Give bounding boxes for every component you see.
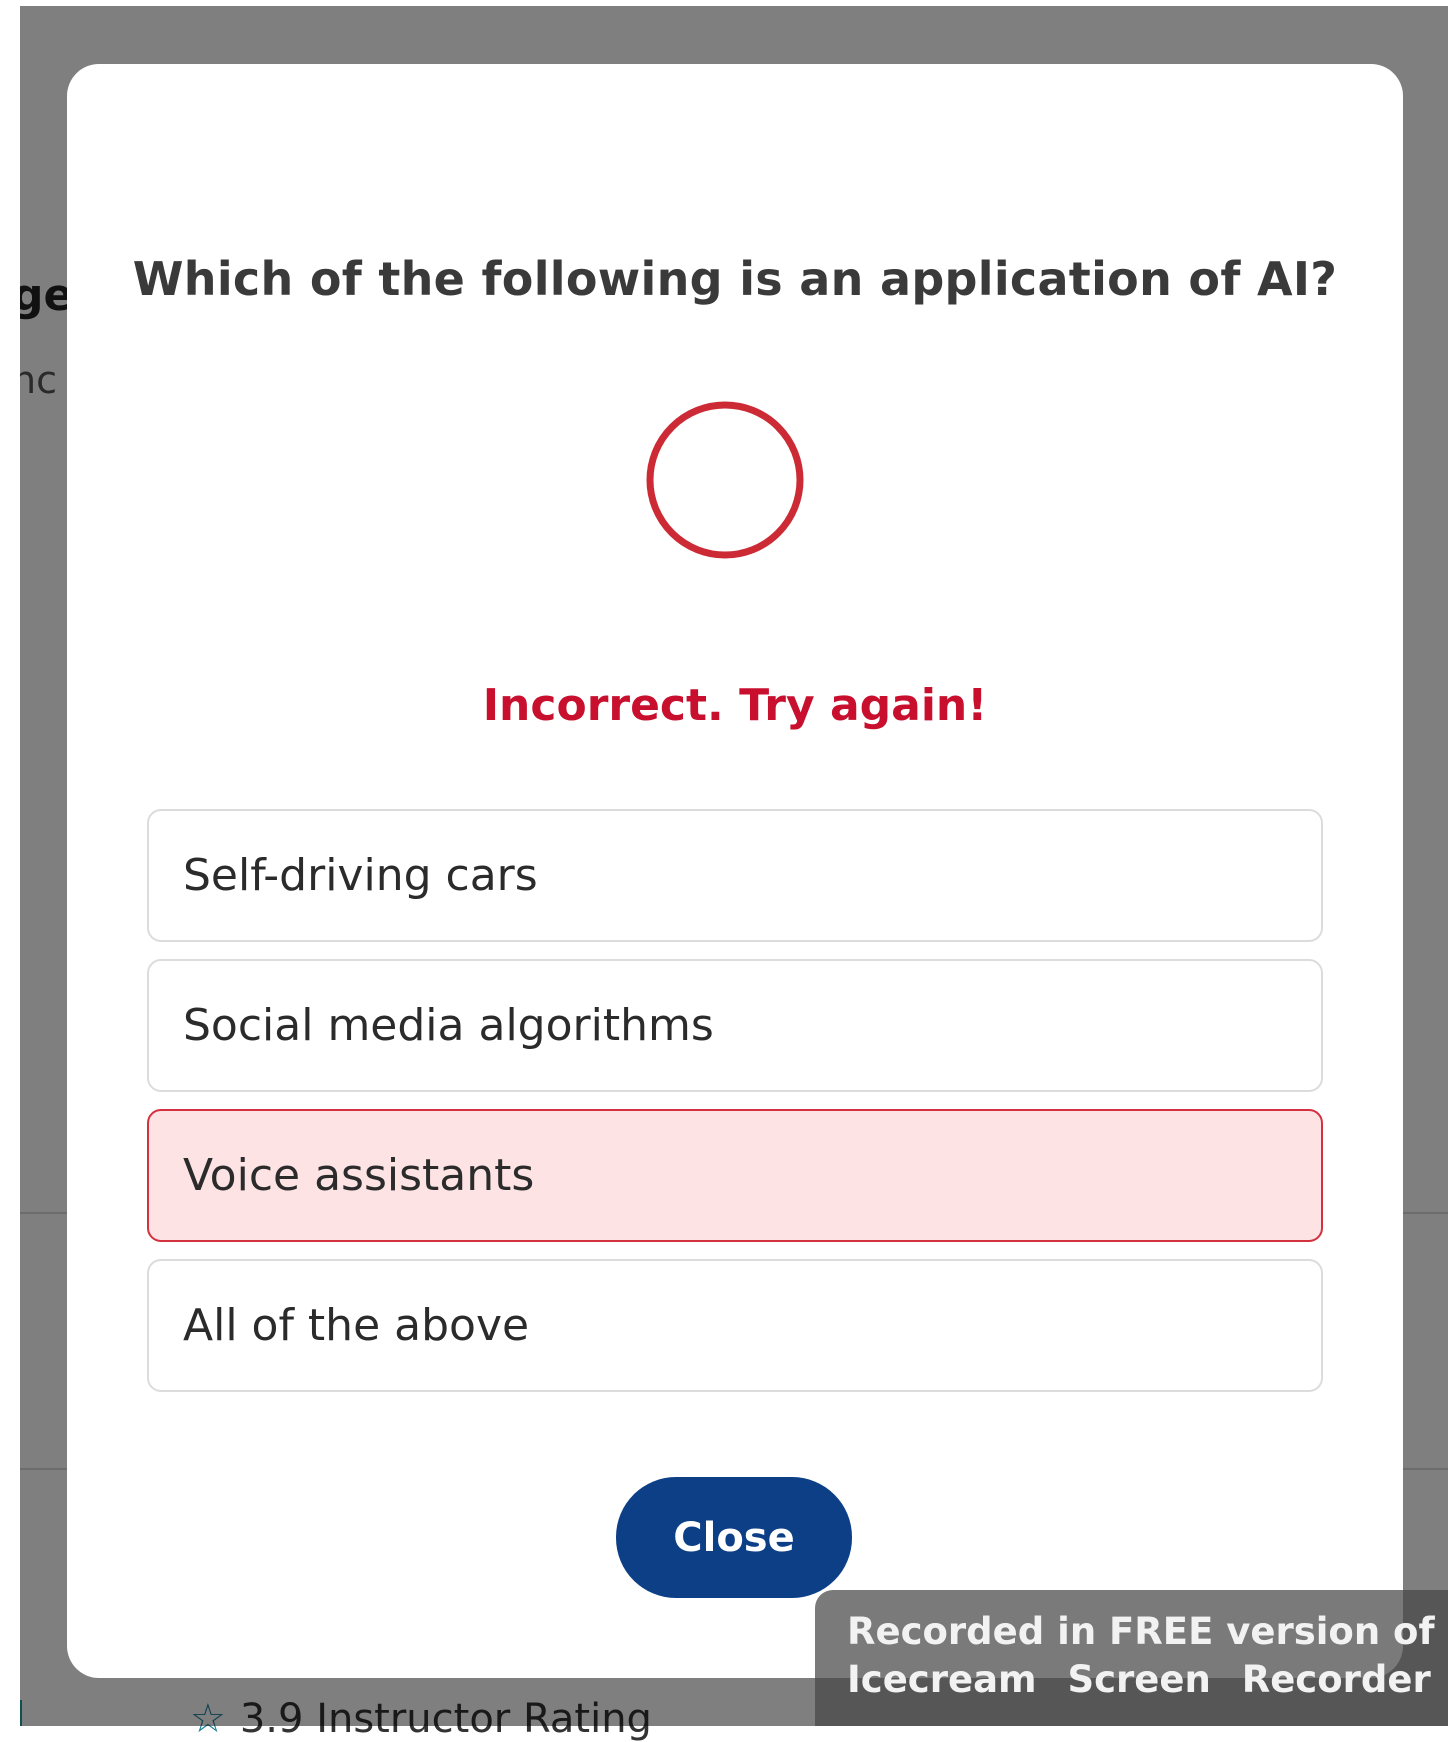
answer-option-label: Social media algorithms xyxy=(183,1000,714,1051)
answer-option-label: Voice assistants xyxy=(183,1150,535,1201)
answer-option-label: Self-driving cars xyxy=(183,850,538,901)
question-text: Which of the following is an application… xyxy=(132,252,1338,306)
watermark-line: Icecream Screen Recorder xyxy=(847,1658,1431,1701)
screen-frame-top xyxy=(0,0,1448,6)
answer-option-label: All of the above xyxy=(183,1300,530,1351)
answer-option[interactable]: All of the above xyxy=(147,1259,1323,1392)
watermark-line: Recorded in FREE version of xyxy=(847,1610,1435,1653)
screen-frame-left xyxy=(0,0,20,1726)
answer-options: Self-driving cars Social media algorithm… xyxy=(147,809,1323,1409)
answer-option-incorrect[interactable]: Voice assistants xyxy=(147,1109,1323,1242)
answer-option[interactable]: Self-driving cars xyxy=(147,809,1323,942)
feedback-message: Incorrect. Try again! xyxy=(482,680,988,731)
quiz-modal: Which of the following is an application… xyxy=(67,64,1403,1678)
answer-option[interactable]: Social media algorithms xyxy=(147,959,1323,1092)
circle-outline-icon xyxy=(646,401,804,559)
close-button[interactable]: Close xyxy=(616,1477,852,1598)
recorder-watermark: Recorded in FREE version of Icecream Scr… xyxy=(815,1590,1448,1726)
